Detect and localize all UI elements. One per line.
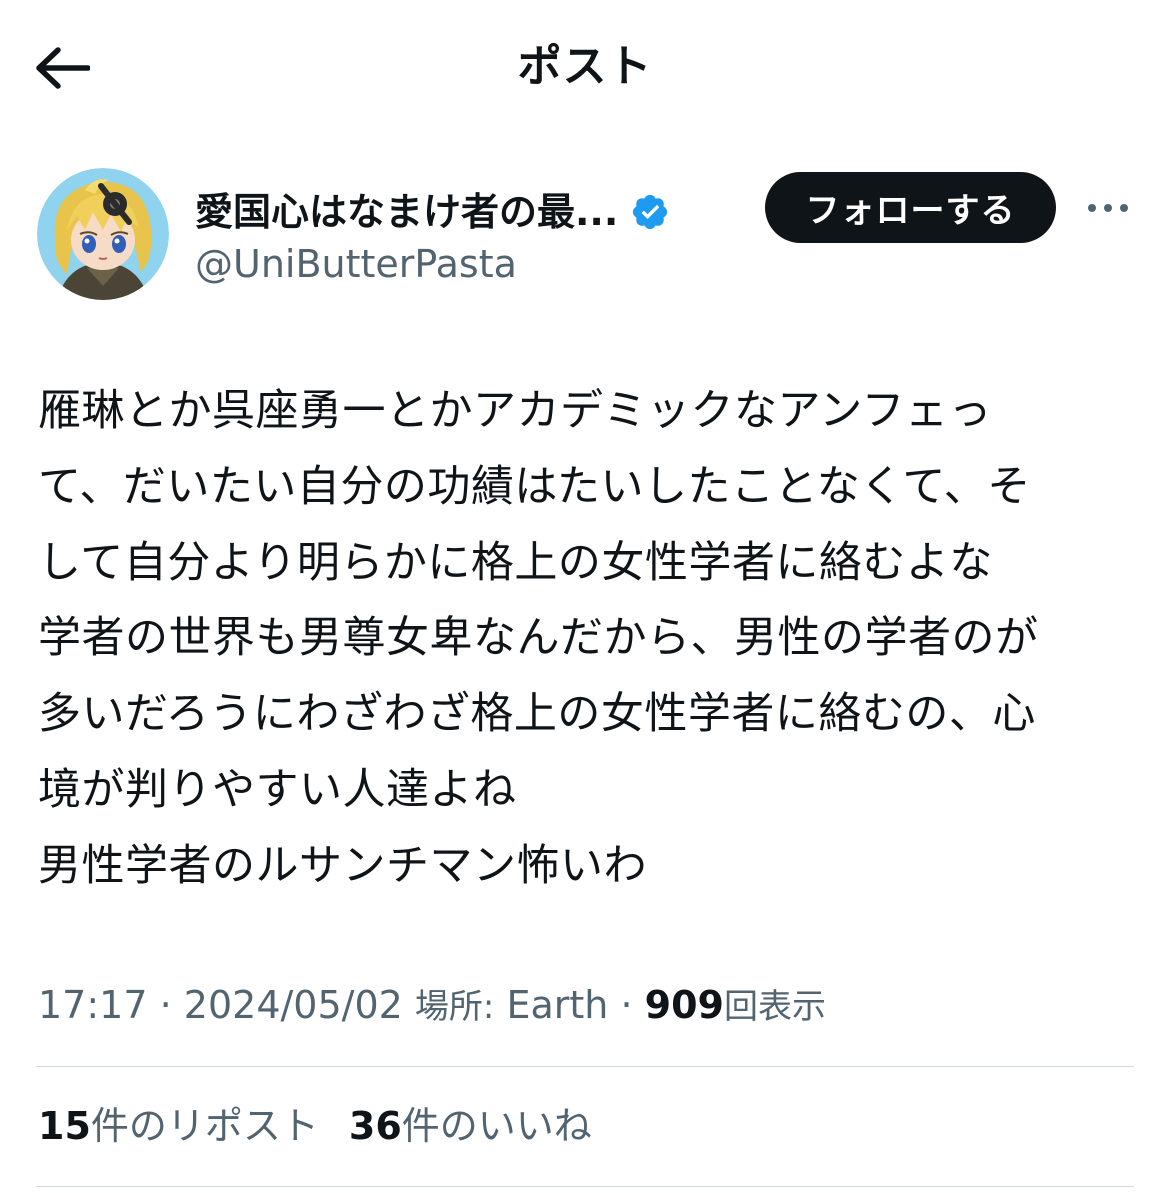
reposts-count: 15 — [38, 1104, 91, 1148]
post-text-line: 男性学者のルサンチマン怖いわ — [38, 840, 647, 891]
engagement-stats: 15件のリポスト 36件のいいね — [38, 1098, 592, 1154]
views-label: 回表示 — [724, 987, 826, 1027]
post-time[interactable]: 17:17 — [38, 983, 148, 1027]
location-label: 場所: — [414, 987, 495, 1027]
post-text-line: 境が判りやすい人達よね — [38, 764, 517, 815]
follow-button[interactable]: フォローする — [765, 172, 1056, 243]
post-text-line: 多いだろうにわざわざ格上の女性学者に絡むの、心 — [38, 689, 1036, 740]
author-name-row[interactable]: 愛国心はなまけ者の最... — [195, 182, 670, 242]
avatar-image — [37, 168, 169, 300]
post-text-line: 雁琳とか呉座勇一とかアカデミックなアンフェっ — [38, 386, 992, 436]
more-horizontal-icon — [1084, 204, 1132, 212]
avatar[interactable] — [37, 168, 169, 300]
likes-stat[interactable]: 36件のいいね — [349, 1104, 592, 1148]
reposts-stat[interactable]: 15件のリポスト — [38, 1104, 319, 1148]
likes-count: 36 — [348, 1104, 402, 1148]
divider — [36, 1186, 1134, 1187]
views-count: 909 — [644, 983, 724, 1027]
reposts-label: 件のリポスト — [90, 1104, 319, 1148]
post-text-line: して自分より明らかに格上の女性学者に絡むよな — [38, 537, 993, 588]
page-title: ポスト — [517, 41, 653, 92]
verified-badge-icon — [633, 194, 668, 230]
meta-separator: · — [620, 983, 633, 1027]
post-text-line: 学者の世界も男尊女卑なんだから、男性の学者のが — [38, 613, 1039, 664]
post-meta: 17:17 · 2024/05/02 場所: Earth · 909回表示 — [38, 978, 826, 1034]
post-text-line: て、だいたい自分の功績はたいしたことなくて、そ — [38, 461, 1031, 512]
more-options-button[interactable] — [1080, 186, 1136, 230]
post-location: Earth — [506, 983, 609, 1027]
divider — [36, 1066, 1134, 1067]
meta-separator: · — [159, 983, 172, 1027]
post-date[interactable]: 2024/05/02 — [184, 983, 403, 1027]
author-handle[interactable]: @UniButterPasta — [195, 236, 517, 292]
likes-label: 件のいいね — [401, 1104, 592, 1148]
post-text: 雁琳とか呉座勇一とかアカデミックなアンフェっ て、だいたい自分の功績はたいしたこ… — [38, 374, 1148, 905]
author-display-name: 愛国心はなまけ者の最... — [195, 190, 619, 234]
